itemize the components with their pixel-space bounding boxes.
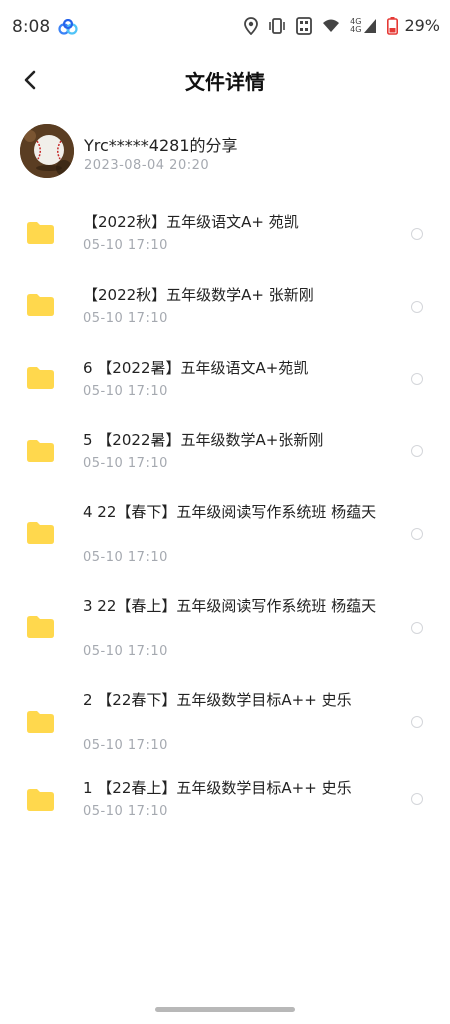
share-time: 2023-08-04 20:20 xyxy=(84,158,210,173)
folder-icon xyxy=(27,367,54,389)
file-date: 05-10 17:10 xyxy=(83,311,168,326)
avatar[interactable] xyxy=(20,124,74,178)
select-radio[interactable] xyxy=(411,793,423,805)
file-name: 1 【22春上】五年级数学目标A++ 史乐 xyxy=(83,779,352,797)
file-row[interactable]: 3 22【春上】五年级阅读写作系统班 杨蕴天 05-10 17:10 xyxy=(0,578,450,672)
select-radio[interactable] xyxy=(411,445,423,457)
file-name: 【2022秋】五年级语文A+ 苑凯 xyxy=(83,213,299,231)
file-list: 【2022秋】五年级语文A+ 苑凯 05-10 17:10 【2022秋】五年级… xyxy=(0,196,450,838)
file-name: 6 【2022暑】五年级语文A+苑凯 xyxy=(83,359,309,377)
home-indicator[interactable] xyxy=(155,1007,295,1012)
location-icon xyxy=(244,16,259,35)
status-time: 8:08 xyxy=(12,17,51,37)
folder-icon xyxy=(27,711,54,733)
signal-group: 4G 4G xyxy=(350,16,377,34)
folder-icon xyxy=(27,440,54,462)
network-type: 4G 4G xyxy=(350,16,362,34)
folder-icon xyxy=(27,789,54,811)
file-row[interactable]: 2 【22春下】五年级数学目标A++ 史乐 05-10 17:10 xyxy=(0,672,450,766)
sharer-name: Yrc*****4281的分享 xyxy=(84,136,238,155)
file-date: 05-10 17:10 xyxy=(83,550,168,565)
file-date: 05-10 17:10 xyxy=(83,384,168,399)
select-radio[interactable] xyxy=(411,528,423,540)
wifi-icon xyxy=(323,19,340,32)
sharer-info: Yrc*****4281的分享 2023-08-04 20:20 xyxy=(20,124,430,180)
file-date: 05-10 17:10 xyxy=(83,644,168,659)
select-radio[interactable] xyxy=(411,373,423,385)
file-row[interactable]: 【2022秋】五年级数学A+ 张新刚 05-10 17:10 xyxy=(0,268,450,340)
nfc-icon xyxy=(296,16,313,35)
select-radio[interactable] xyxy=(411,228,423,240)
vibrate-icon xyxy=(269,17,285,34)
file-name: 4 22【春下】五年级阅读写作系统班 杨蕴天 xyxy=(83,503,377,521)
header: 文件详情 xyxy=(0,56,450,104)
folder-icon xyxy=(27,222,54,244)
select-radio[interactable] xyxy=(411,716,423,728)
file-row[interactable]: 5 【2022暑】五年级数学A+张新刚 05-10 17:10 xyxy=(0,412,450,484)
file-row[interactable]: 【2022秋】五年级语文A+ 苑凯 05-10 17:10 xyxy=(0,196,450,268)
file-date: 05-10 17:10 xyxy=(83,804,168,819)
file-name: 3 22【春上】五年级阅读写作系统班 杨蕴天 xyxy=(83,597,377,615)
select-radio[interactable] xyxy=(411,622,423,634)
file-date: 05-10 17:10 xyxy=(83,238,168,253)
file-date: 05-10 17:10 xyxy=(83,738,168,753)
folder-icon xyxy=(27,616,54,638)
baidu-netdisk-icon xyxy=(58,19,78,35)
folder-icon xyxy=(27,522,54,544)
file-row[interactable]: 6 【2022暑】五年级语文A+苑凯 05-10 17:10 xyxy=(0,340,450,412)
file-date: 05-10 17:10 xyxy=(83,456,168,471)
file-name: 5 【2022暑】五年级数学A+张新刚 xyxy=(83,431,324,449)
status-bar: 8:08 4G 4G 29% xyxy=(0,0,450,56)
battery-icon xyxy=(387,16,399,35)
baseball-avatar-image xyxy=(20,124,74,178)
battery-percent: 29% xyxy=(404,16,440,35)
page-title: 文件详情 xyxy=(185,70,265,94)
signal-icon xyxy=(364,18,377,33)
file-row[interactable]: 1 【22春上】五年级数学目标A++ 史乐 05-10 17:10 xyxy=(0,766,450,838)
status-icons: 4G 4G 29% xyxy=(244,16,440,35)
file-name: 【2022秋】五年级数学A+ 张新刚 xyxy=(83,286,314,304)
file-row[interactable]: 4 22【春下】五年级阅读写作系统班 杨蕴天 05-10 17:10 xyxy=(0,484,450,578)
file-name: 2 【22春下】五年级数学目标A++ 史乐 xyxy=(83,691,352,709)
select-radio[interactable] xyxy=(411,301,423,313)
folder-icon xyxy=(27,294,54,316)
